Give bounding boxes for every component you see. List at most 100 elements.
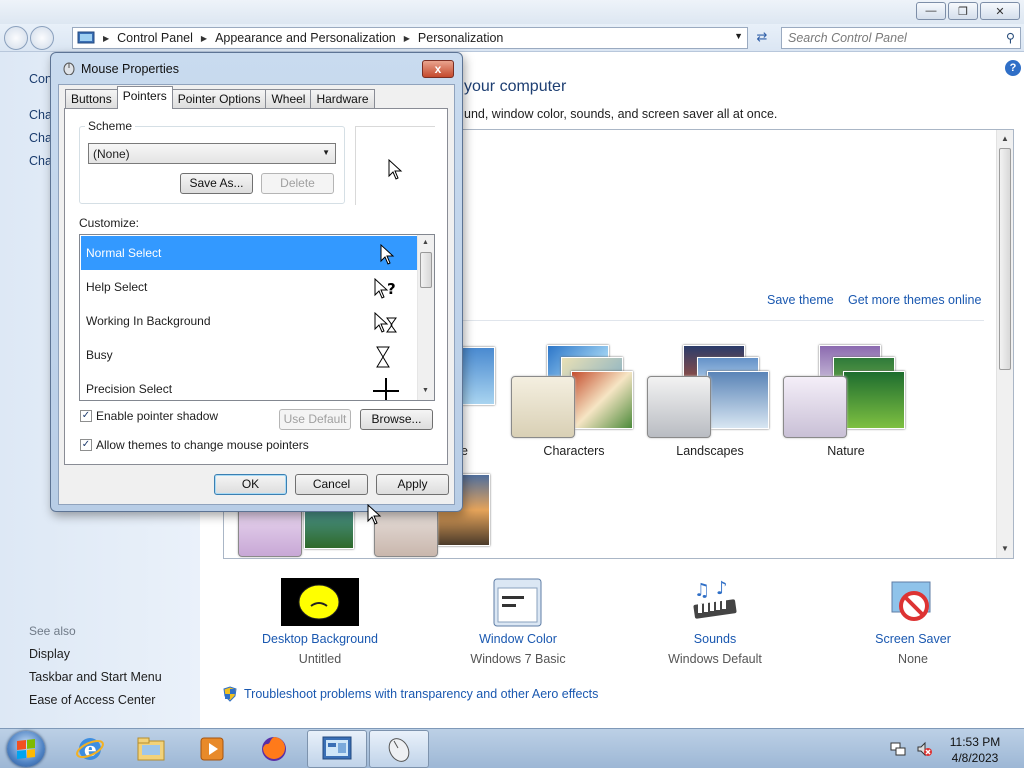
control-panel-icon xyxy=(77,31,95,44)
pointer-list-scrollbar[interactable]: ▲ ▼ xyxy=(417,235,434,400)
chevron-down-icon[interactable]: ▼ xyxy=(734,31,743,41)
scheme-label: Scheme xyxy=(85,119,136,133)
desktop-background-item[interactable]: Desktop Background Untitled xyxy=(240,578,400,666)
theme-thumbnail xyxy=(238,507,302,557)
control-panel-taskbar-button[interactable] xyxy=(307,730,367,768)
save-theme-link[interactable]: Save theme xyxy=(767,293,834,307)
desktop-background-icon xyxy=(281,578,359,626)
minimize-button[interactable]: — xyxy=(916,2,946,20)
restore-button[interactable]: ❐ xyxy=(948,2,978,20)
list-item-normal-select[interactable]: Normal Select xyxy=(81,236,418,270)
tab-strip: Buttons Pointers Pointer Options Wheel H… xyxy=(65,86,375,109)
delete-button[interactable]: Delete xyxy=(261,173,334,194)
enable-pointer-shadow-checkbox[interactable]: ✓ Enable pointer shadow xyxy=(80,409,218,423)
scroll-up-icon[interactable]: ▲ xyxy=(1001,134,1009,143)
apply-button[interactable]: Apply xyxy=(376,474,449,495)
start-button[interactable] xyxy=(7,731,45,767)
allow-themes-label: Allow themes to change mouse pointers xyxy=(96,438,309,452)
tab-pointer-options[interactable]: Pointer Options xyxy=(171,89,267,109)
list-item-precision-select[interactable]: Precision Select xyxy=(81,372,418,400)
checkbox-checked-icon[interactable]: ✓ xyxy=(80,410,92,422)
theme-thumbnail xyxy=(374,507,438,557)
scrollbar-thumb[interactable] xyxy=(999,148,1011,370)
explorer-taskbar-button[interactable] xyxy=(121,730,181,768)
screen-saver-link[interactable]: Screen Saver xyxy=(833,632,993,646)
tab-buttons[interactable]: Buttons xyxy=(65,89,118,109)
get-more-themes-link[interactable]: Get more themes online xyxy=(848,293,981,307)
theme-tile-landscapes[interactable] xyxy=(647,343,777,443)
tab-hardware[interactable]: Hardware xyxy=(310,89,375,109)
use-default-button[interactable]: Use Default xyxy=(279,409,351,430)
breadcrumb-separator-icon: ▶ xyxy=(200,33,208,43)
internet-explorer-taskbar-button[interactable]: e xyxy=(60,730,120,768)
screen-saver-item[interactable]: Screen Saver None xyxy=(833,578,993,666)
system-clock[interactable]: 11:53 PM 4/8/2023 xyxy=(940,734,1010,766)
browse-button[interactable]: Browse... xyxy=(360,409,433,430)
windows-logo-icon xyxy=(17,739,35,759)
left-pane-item[interactable]: Con xyxy=(29,72,52,86)
theme-thumbnail xyxy=(571,371,633,429)
allow-themes-checkbox[interactable]: ✓ Allow themes to change mouse pointers xyxy=(80,438,309,452)
back-button[interactable] xyxy=(4,26,28,50)
pointer-list[interactable]: Normal Select Help Select ? Working In B… xyxy=(79,234,435,401)
forward-button[interactable] xyxy=(30,26,54,50)
theme-tile-characters[interactable] xyxy=(511,343,641,443)
list-item-label: Normal Select xyxy=(86,246,162,260)
breadcrumb[interactable]: ▶ Control Panel ▶ Appearance and Persona… xyxy=(72,27,748,49)
cancel-button[interactable]: Cancel xyxy=(295,474,368,495)
firefox-taskbar-button[interactable] xyxy=(244,730,304,768)
shield-icon xyxy=(223,686,237,702)
see-also-display-link[interactable]: Display xyxy=(29,647,70,661)
breadcrumb-separator-icon: ▶ xyxy=(103,33,110,43)
breadcrumb-personalization[interactable]: Personalization xyxy=(418,31,503,45)
troubleshoot-link[interactable]: Troubleshoot problems with transparency … xyxy=(244,687,598,701)
left-pane-item[interactable]: Cha xyxy=(29,131,52,145)
scroll-down-icon[interactable]: ▼ xyxy=(1001,544,1009,553)
close-window-button[interactable]: ✕ xyxy=(980,2,1020,20)
see-also-ease-of-access-link[interactable]: Ease of Access Center xyxy=(29,693,155,707)
help-icon[interactable]: ? xyxy=(1005,60,1021,76)
scrollbar-thumb[interactable] xyxy=(420,252,432,288)
search-input[interactable]: Search Control Panel ⚲ xyxy=(781,27,1021,49)
scroll-down-icon[interactable]: ▼ xyxy=(422,387,429,394)
theme-tile-nature[interactable] xyxy=(783,343,913,443)
list-item-label: Working In Background xyxy=(86,314,211,328)
save-as-button[interactable]: Save As... xyxy=(180,173,253,194)
page-title: your computer xyxy=(464,78,567,95)
theme-list-scrollbar[interactable]: ▲ ▼ xyxy=(996,130,1013,558)
theme-thumbnail xyxy=(843,371,905,429)
checkbox-checked-icon[interactable]: ✓ xyxy=(80,439,92,451)
theme-thumbnail xyxy=(783,376,847,438)
list-item-busy[interactable]: Busy xyxy=(81,338,418,372)
left-pane-item[interactable]: Cha xyxy=(29,108,52,122)
scroll-up-icon[interactable]: ▲ xyxy=(422,239,429,246)
sounds-item[interactable]: ♫ ♪ Sounds Windows Default xyxy=(635,578,795,666)
see-also-taskbar-link[interactable]: Taskbar and Start Menu xyxy=(29,670,162,684)
scheme-select[interactable]: (None) ▼ xyxy=(88,143,336,164)
breadcrumb-appearance[interactable]: Appearance and Personalization xyxy=(215,31,396,45)
arrow-cursor-icon xyxy=(388,159,403,180)
sounds-link[interactable]: Sounds xyxy=(635,632,795,646)
tab-pointers[interactable]: Pointers xyxy=(116,86,173,109)
troubleshoot-link-row[interactable]: Troubleshoot problems with transparency … xyxy=(222,686,598,702)
list-item-help-select[interactable]: Help Select ? xyxy=(81,270,418,304)
volume-muted-icon[interactable] xyxy=(916,741,932,757)
working-cursor-icon xyxy=(374,312,397,333)
window-color-item[interactable]: Window Color Windows 7 Basic xyxy=(438,578,598,666)
mouse-properties-taskbar-button[interactable] xyxy=(369,730,429,768)
network-icon[interactable] xyxy=(890,741,906,757)
ok-button[interactable]: OK xyxy=(214,474,287,495)
search-icon[interactable]: ⚲ xyxy=(1006,30,1015,45)
arrow-cursor-icon xyxy=(380,244,395,265)
tab-wheel[interactable]: Wheel xyxy=(265,89,312,109)
media-player-taskbar-button[interactable] xyxy=(182,730,242,768)
list-item-working-in-background[interactable]: Working In Background xyxy=(81,304,418,338)
close-icon[interactable]: x xyxy=(422,60,454,78)
theme-thumbnail xyxy=(459,347,495,405)
window-color-link[interactable]: Window Color xyxy=(438,632,598,646)
desktop-background-link[interactable]: Desktop Background xyxy=(240,632,400,646)
taskbar: e 11:53 PM 4/8/2023 xyxy=(0,728,1024,768)
left-pane-item[interactable]: Cha xyxy=(29,154,52,168)
refresh-icon[interactable]: ⇄ xyxy=(752,29,772,47)
breadcrumb-control-panel[interactable]: Control Panel xyxy=(117,31,193,45)
